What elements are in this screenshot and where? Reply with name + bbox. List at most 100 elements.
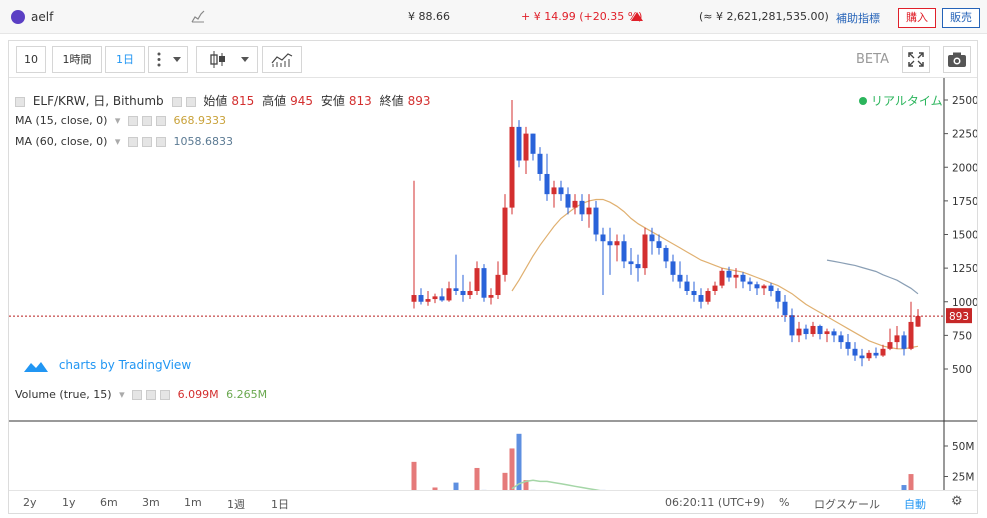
close-label: 終値 (379, 94, 404, 108)
aelf-logo-icon (11, 10, 25, 24)
percent-toggle[interactable]: % (779, 496, 789, 509)
candle (460, 290, 466, 296)
settings-icon[interactable] (185, 96, 196, 107)
remove-icon[interactable] (155, 116, 166, 126)
ticker-bar: aelf ¥ 88.66 + ¥ 14.99 (+20.35 %) (≈ ¥ 2… (0, 0, 987, 34)
candle (621, 241, 627, 262)
visibility-icon[interactable] (132, 390, 143, 400)
candle (726, 270, 732, 278)
volume-value-1: 6.099M (177, 388, 219, 401)
range-3m[interactable]: 3m (142, 496, 160, 509)
candle (740, 274, 746, 282)
visibility-icon[interactable] (127, 116, 138, 126)
candle (810, 325, 816, 335)
screenshot-button[interactable] (943, 46, 971, 73)
candle (824, 331, 830, 335)
sell-button[interactable]: 販売 (942, 8, 980, 28)
ma60-legend: MA (60, close, 0) ▾ 1058.6833 (15, 135, 237, 148)
beta-label: BETA (856, 52, 889, 67)
indicators-icon (271, 53, 293, 67)
current-price-tag-label: 893 (949, 311, 969, 323)
close-value: 893 (407, 94, 431, 108)
chart-icon[interactable] (191, 10, 205, 23)
candle (446, 288, 452, 301)
log-scale-toggle[interactable]: ログスケール (814, 496, 880, 512)
candle (859, 355, 865, 359)
candle (495, 274, 501, 296)
settings-icon[interactable] (146, 390, 157, 400)
candle (411, 295, 417, 302)
volume-bar (474, 467, 480, 490)
settings-gear-icon[interactable]: ⚙ (951, 494, 963, 509)
candle (782, 301, 788, 316)
range-2y[interactable]: 2y (23, 496, 37, 509)
tradingview-watermark[interactable]: charts by TradingView (23, 358, 195, 373)
price-tick-label: 1000 (952, 297, 977, 309)
collapse-icon[interactable] (15, 96, 25, 107)
tradingview-logo-icon (24, 361, 48, 372)
fullscreen-button[interactable] (902, 46, 930, 73)
dropdown-icon[interactable]: ▾ (119, 388, 125, 401)
candle (509, 126, 515, 208)
visibility-icon[interactable] (127, 137, 138, 147)
dropdown-icon[interactable]: ▾ (115, 135, 121, 148)
candle (432, 296, 438, 300)
candle (775, 290, 781, 302)
chart-type-button[interactable] (196, 46, 258, 73)
remove-icon[interactable] (160, 390, 171, 400)
settings-icon[interactable] (141, 137, 152, 147)
chart-toolbar: 10 1時間 1日 BETA (9, 41, 977, 78)
candle (579, 200, 585, 215)
candle (866, 352, 872, 359)
ma60-label: MA (60, close, 0) (15, 135, 108, 148)
candle (887, 342, 893, 349)
candle (418, 295, 424, 302)
candle (803, 328, 809, 335)
visibility-icon[interactable] (171, 96, 182, 107)
price-tick-label: 2000 (952, 162, 977, 174)
candle (677, 274, 683, 282)
candle (586, 207, 592, 215)
interval-1h-button[interactable]: 1時間 (52, 46, 102, 73)
candle (789, 315, 795, 336)
candle (663, 247, 669, 262)
candle (656, 241, 662, 248)
candle (852, 348, 858, 356)
chart-area[interactable]: 2500 2250 2000 1750 1500 1250 1000 750 500 50M 25M… (9, 78, 977, 490)
candle (425, 299, 431, 302)
candle (880, 348, 886, 356)
range-1y[interactable]: 1y (62, 496, 76, 509)
price-tick-label: 500 (952, 364, 972, 376)
ma60-line (826, 259, 919, 295)
range-6m[interactable]: 6m (100, 496, 118, 509)
open-value: 815 (231, 94, 255, 108)
realtime-dot-icon (859, 97, 867, 105)
buy-button[interactable]: 購入 (898, 8, 936, 28)
candle (698, 295, 704, 302)
interval-1d-button[interactable]: 1日 (105, 46, 145, 73)
interval-input[interactable]: 10 (16, 46, 46, 73)
candle (544, 173, 550, 195)
range-1d[interactable]: 1日 (271, 496, 289, 512)
candle (502, 207, 508, 275)
candle (705, 290, 711, 302)
candle (481, 268, 487, 298)
candle (642, 234, 648, 269)
camera-icon (948, 52, 966, 67)
clock: 06:20:11 (UTC+9) (665, 496, 765, 509)
ma15-label: MA (15, close, 0) (15, 114, 108, 127)
indicator-link[interactable]: 補助指標 (836, 10, 880, 26)
interval-menu-button[interactable] (148, 46, 188, 73)
range-1w[interactable]: 1週 (227, 496, 245, 512)
candle (516, 126, 522, 161)
indicators-button[interactable] (262, 46, 302, 73)
high-label: 高値 (262, 94, 287, 108)
auto-scale-toggle[interactable]: 自動 (904, 496, 926, 512)
range-1m[interactable]: 1m (184, 496, 202, 509)
dropdown-icon[interactable]: ▾ (115, 114, 121, 127)
remove-icon[interactable] (155, 137, 166, 147)
open-label: 始値 (203, 94, 228, 108)
settings-icon[interactable] (141, 116, 152, 126)
volume-bar (516, 433, 522, 490)
coin-name[interactable]: aelf (31, 10, 53, 24)
